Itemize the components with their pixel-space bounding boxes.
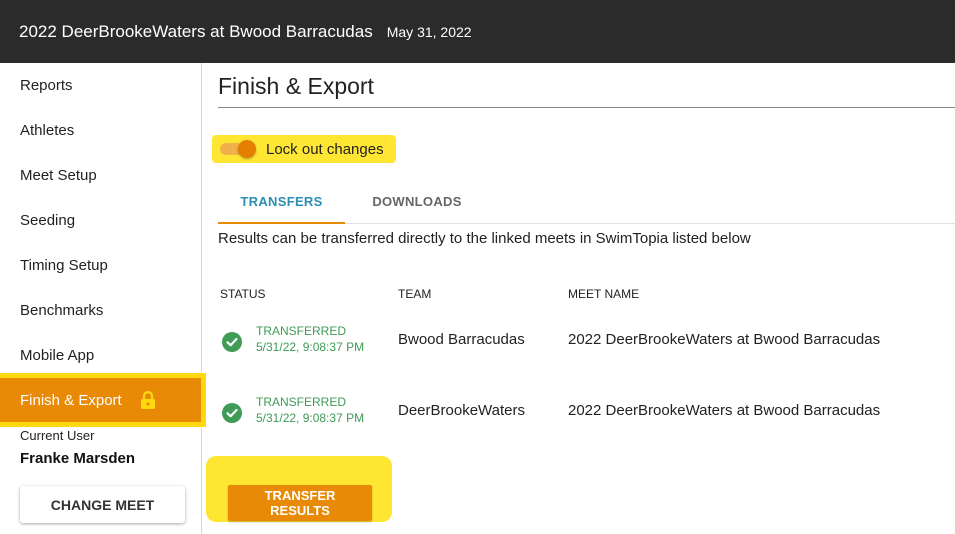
team-cell: Bwood Barracudas (398, 331, 525, 348)
sidebar: Reports Athletes Meet Setup Seeding Timi… (0, 63, 202, 534)
team-cell: DeerBrookeWaters (398, 402, 525, 419)
lock-out-toggle[interactable] (220, 140, 258, 158)
status-label: TRANSFERRED (256, 395, 347, 409)
sidebar-item-seeding[interactable]: Seeding (0, 198, 201, 242)
sidebar-item-label: Finish & Export (20, 391, 122, 409)
column-header-team: TEAM (398, 287, 432, 301)
current-user-name: Franke Marsden (20, 450, 136, 467)
sidebar-item-finish-export[interactable]: Finish & Export (0, 378, 201, 422)
status-timestamp: 5/31/22, 9:08:37 PM (256, 340, 365, 354)
sidebar-item-label: Meet Setup (20, 166, 97, 184)
check-circle-icon (222, 332, 242, 352)
tab-bar: TRANSFERS DOWNLOADS (218, 181, 955, 224)
sidebar-item-mobile-app[interactable]: Mobile App (0, 333, 201, 377)
sidebar-item-benchmarks[interactable]: Benchmarks (0, 288, 201, 332)
meet-name-cell: 2022 DeerBrookeWaters at Bwood Barracuda… (568, 402, 881, 419)
column-header-status: STATUS (220, 287, 266, 301)
change-meet-button[interactable]: CHANGE MEET (20, 486, 185, 523)
sidebar-item-label: Benchmarks (20, 301, 104, 319)
sidebar-item-meet-setup[interactable]: Meet Setup (0, 153, 201, 197)
sidebar-item-label: Seeding (20, 211, 76, 229)
table-row: TRANSFERRED 5/31/22, 9:08:37 PM Bwood Ba… (218, 321, 955, 371)
transfer-status: TRANSFERRED 5/31/22, 9:08:37 PM (256, 394, 364, 426)
sidebar-item-reports[interactable]: Reports (0, 63, 201, 107)
transfer-status: TRANSFERRED 5/31/22, 9:08:37 PM (256, 323, 364, 355)
column-header-meet-name: MEET NAME (568, 287, 640, 301)
meet-date: May 31, 2022 (386, 23, 472, 40)
check-circle-icon (222, 403, 242, 423)
status-timestamp: 5/31/22, 9:08:37 PM (256, 411, 365, 425)
lock-out-label: Lock out changes (266, 140, 384, 158)
sidebar-item-label: Mobile App (20, 346, 95, 364)
meet-name-cell: 2022 DeerBrookeWaters at Bwood Barracuda… (568, 331, 881, 348)
tab-downloads[interactable]: DOWNLOADS (345, 181, 489, 222)
top-bar: 2022 DeerBrookeWaters at Bwood Barracuda… (0, 0, 955, 63)
transfer-results-button[interactable]: TRANSFER RESULTS (228, 485, 372, 521)
main-content: Finish & Export Lock out changes TRANSFE… (206, 63, 955, 534)
title-divider (218, 107, 955, 108)
transfer-description: Results can be transferred directly to t… (218, 230, 751, 247)
meet-title: 2022 DeerBrookeWaters at Bwood Barracuda… (19, 21, 373, 41)
page-title: Finish & Export (218, 73, 374, 99)
status-label: TRANSFERRED (256, 324, 347, 338)
toggle-knob (238, 140, 256, 158)
sidebar-item-label: Athletes (20, 121, 75, 139)
sidebar-item-timing-setup[interactable]: Timing Setup (0, 243, 201, 287)
sidebar-item-label: Timing Setup (20, 256, 108, 274)
sidebar-item-label: Reports (20, 76, 73, 94)
current-user-label: Current User (20, 428, 95, 443)
sidebar-item-athletes[interactable]: Athletes (0, 108, 201, 152)
tab-transfers[interactable]: TRANSFERS (218, 181, 345, 224)
table-row: TRANSFERRED 5/31/22, 9:08:37 PM DeerBroo… (218, 392, 955, 442)
lock-icon (140, 391, 155, 409)
lock-out-changes-row: Lock out changes (212, 135, 396, 163)
